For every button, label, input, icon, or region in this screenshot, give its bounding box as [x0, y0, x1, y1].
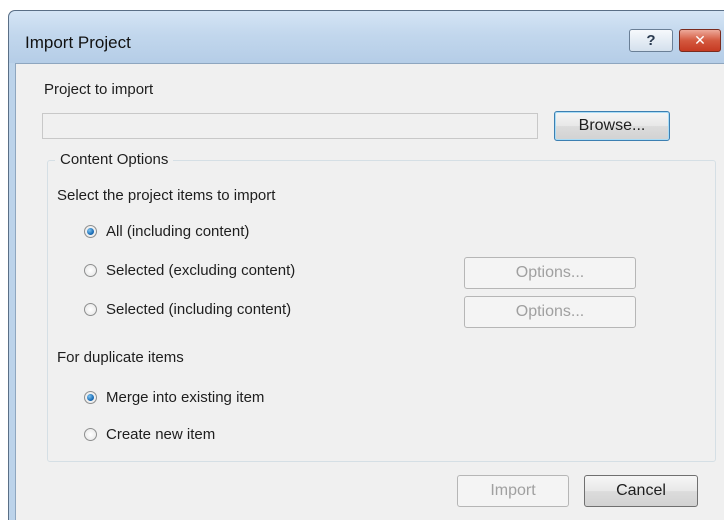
- help-icon: ?: [646, 32, 656, 49]
- radio-label: Create new item: [106, 426, 216, 443]
- select-items-prompt: Select the project items to import: [57, 187, 276, 204]
- title-bar[interactable]: Import Project ? ✕: [9, 11, 724, 63]
- project-to-import-label: Project to import: [44, 81, 154, 98]
- dialog-title: Import Project: [25, 33, 131, 52]
- radio-unchecked-icon[interactable]: [84, 303, 97, 316]
- radio-label: Selected (including content): [106, 301, 292, 318]
- close-icon: ✕: [694, 32, 706, 48]
- radio-checked-icon[interactable]: [84, 391, 97, 404]
- options-button-excluding[interactable]: Options...: [464, 257, 636, 289]
- radio-label: All (including content): [106, 223, 250, 240]
- radio-merge-into-existing[interactable]: Merge into existing item: [84, 389, 264, 406]
- radio-unchecked-icon[interactable]: [84, 428, 97, 441]
- help-button[interactable]: ?: [629, 29, 673, 52]
- cancel-button[interactable]: Cancel: [584, 475, 698, 507]
- radio-label: Selected (excluding content): [106, 262, 296, 279]
- radio-label: Merge into existing item: [106, 389, 265, 406]
- dialog-body: Project to import Browse... Content Opti…: [15, 63, 724, 520]
- close-button[interactable]: ✕: [679, 29, 721, 52]
- radio-all-including-content[interactable]: All (including content): [84, 223, 249, 240]
- radio-create-new-item[interactable]: Create new item: [84, 426, 215, 443]
- radio-unchecked-icon[interactable]: [84, 264, 97, 277]
- import-project-dialog: Import Project ? ✕ Project to import Bro…: [8, 10, 724, 520]
- radio-selected-excluding-content[interactable]: Selected (excluding content): [84, 262, 295, 279]
- import-button[interactable]: Import: [457, 475, 569, 507]
- project-path-input[interactable]: [42, 113, 538, 139]
- duplicate-items-prompt: For duplicate items: [57, 349, 184, 366]
- radio-checked-icon[interactable]: [84, 225, 97, 238]
- browse-button[interactable]: Browse...: [554, 111, 670, 141]
- options-button-including[interactable]: Options...: [464, 296, 636, 328]
- content-options-title: Content Options: [55, 151, 174, 168]
- radio-selected-including-content[interactable]: Selected (including content): [84, 301, 291, 318]
